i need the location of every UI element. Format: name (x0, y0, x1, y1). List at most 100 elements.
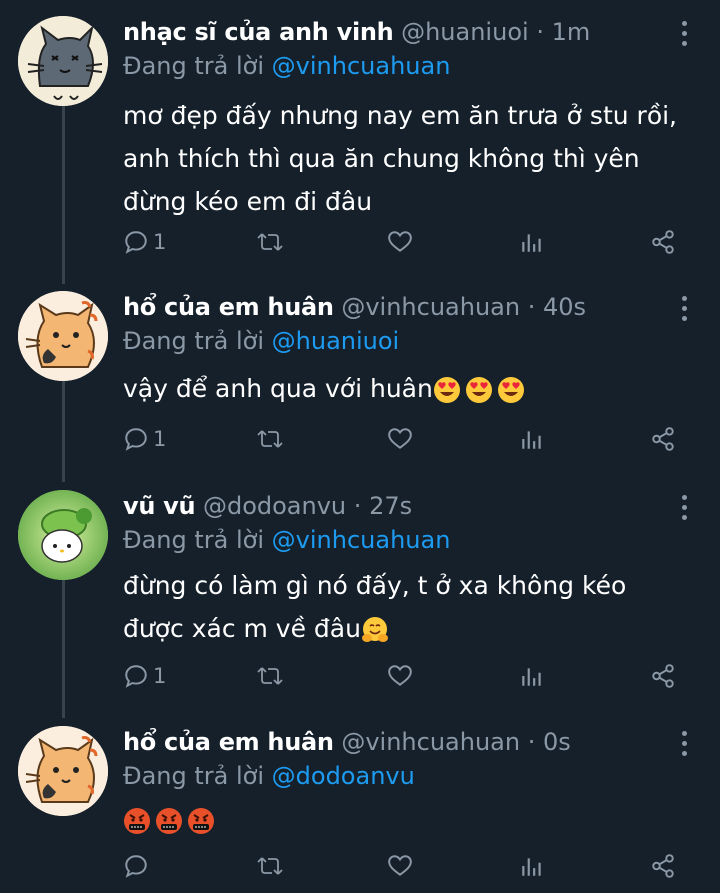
like-button[interactable] (386, 656, 414, 696)
replying-to: Đang trả lời @vinhcuahuan (123, 52, 450, 80)
more-options-icon[interactable] (672, 18, 696, 48)
avatar[interactable] (18, 490, 108, 580)
user-handle[interactable]: @vinhcuahuan (341, 728, 520, 756)
more-options-icon[interactable] (672, 293, 696, 323)
replying-prefix: Đang trả lời (123, 52, 265, 80)
heart-eyes-emoji-icon (497, 377, 524, 403)
cursing-emoji-icon (188, 808, 214, 834)
share-button[interactable] (650, 419, 676, 459)
heart-icon (388, 665, 412, 686)
gray-cat-icon (18, 16, 108, 106)
user-handle[interactable]: @vinhcuahuan (341, 293, 520, 321)
like-button[interactable] (386, 419, 414, 459)
share-icon (652, 427, 674, 451)
user-handle[interactable]: @huaniuoi (401, 18, 529, 46)
reply-button[interactable]: 1 (123, 419, 166, 459)
reply-mention-link[interactable]: @vinhcuahuan (272, 526, 451, 554)
hugging-emoji-icon (361, 617, 388, 642)
analytics-button[interactable] (519, 846, 545, 886)
avatar[interactable] (18, 291, 108, 381)
tweet[interactable]: vũ vũ @dodoanvu · 27s Đang trả lời @vinh… (0, 490, 720, 700)
share-icon (652, 854, 674, 878)
share-button[interactable] (650, 656, 676, 696)
heart-icon (388, 428, 412, 449)
orange-cat-icon (18, 726, 108, 816)
display-name[interactable]: nhạc sĩ của anh vinh (123, 18, 394, 46)
retweet-icon (257, 857, 283, 875)
reply-mention-link[interactable]: @huaniuoi (272, 327, 400, 355)
heart-icon (388, 855, 412, 876)
tweet-actions: 1 (0, 222, 720, 262)
retweet-button[interactable] (256, 846, 284, 886)
retweet-button[interactable] (256, 419, 284, 459)
reply-count: 1 (153, 427, 167, 451)
reply-mention-link[interactable]: @dodoanvu (272, 762, 415, 790)
share-icon (652, 230, 674, 254)
heart-icon (388, 231, 412, 252)
reply-count: 1 (153, 230, 167, 254)
analytics-button[interactable] (519, 222, 545, 262)
tweet-actions: 1 (0, 656, 720, 696)
display-name[interactable]: hổ của em huân (123, 728, 334, 756)
timestamp[interactable]: 0s (543, 728, 571, 756)
separator: · (536, 18, 544, 46)
replying-prefix: Đang trả lời (123, 526, 265, 554)
tweet-text-content: vậy để anh qua với huân (123, 374, 433, 403)
reply-icon (125, 855, 147, 878)
green-kitty-icon (18, 490, 108, 580)
emoji-row (361, 616, 389, 644)
replying-to: Đang trả lời @dodoanvu (123, 762, 415, 790)
tweet-text: mơ đẹp đấy nhưng nay em ăn trưa ở stu rồ… (123, 94, 703, 223)
display-name[interactable]: hổ của em huân (123, 293, 334, 321)
heart-eyes-emoji-icon (433, 377, 460, 403)
retweet-icon (257, 233, 283, 251)
display-name[interactable]: vũ vũ (123, 492, 196, 520)
analytics-icon (522, 431, 541, 449)
tweet-text (123, 798, 703, 841)
tweet-actions: 1 (0, 419, 720, 459)
user-handle[interactable]: @dodoanvu (203, 492, 346, 520)
separator: · (353, 492, 362, 520)
tweet[interactable]: nhạc sĩ của anh vinh @huaniuoi · 1m Đang… (0, 16, 720, 276)
tweet-text: vậy để anh qua với huân (123, 367, 703, 410)
replying-prefix: Đang trả lời (123, 327, 265, 355)
separator: · (527, 293, 536, 321)
analytics-button[interactable] (519, 656, 545, 696)
timestamp[interactable]: 27s (369, 492, 412, 520)
avatar[interactable] (18, 726, 108, 816)
analytics-icon (522, 668, 541, 686)
reply-count: 1 (153, 664, 167, 688)
reply-icon (125, 665, 147, 688)
timestamp[interactable]: 40s (543, 293, 586, 321)
share-button[interactable] (650, 222, 676, 262)
tweet-actions (0, 846, 720, 886)
cursing-emoji-icon (156, 808, 182, 834)
retweet-icon (257, 430, 283, 448)
emoji-row (433, 376, 525, 404)
heart-eyes-emoji-icon (465, 377, 492, 403)
avatar[interactable] (18, 16, 108, 106)
share-button[interactable] (650, 846, 676, 886)
more-options-icon[interactable] (672, 728, 696, 758)
reply-icon (125, 231, 147, 254)
retweet-button[interactable] (256, 222, 284, 262)
retweet-button[interactable] (256, 656, 284, 696)
tweet[interactable]: hổ của em huân @vinhcuahuan · 0s Đang tr… (0, 726, 720, 893)
reply-mention-link[interactable]: @vinhcuahuan (272, 52, 451, 80)
like-button[interactable] (386, 846, 414, 886)
tweet[interactable]: hổ của em huân @vinhcuahuan · 40s Đang t… (0, 291, 720, 471)
analytics-button[interactable] (519, 419, 545, 459)
share-icon (652, 664, 674, 688)
retweet-icon (257, 667, 283, 685)
reply-button[interactable]: 1 (123, 222, 166, 262)
analytics-icon (522, 234, 541, 252)
replying-prefix: Đang trả lời (123, 762, 265, 790)
reply-icon (125, 428, 147, 451)
tweet-text-content: mơ đẹp đấy nhưng nay em ăn trưa ở stu rồ… (123, 101, 678, 216)
replying-to: Đang trả lời @vinhcuahuan (123, 526, 450, 554)
like-button[interactable] (386, 222, 414, 262)
reply-button[interactable]: 1 (123, 656, 166, 696)
timestamp[interactable]: 1m (552, 18, 591, 46)
more-options-icon[interactable] (672, 492, 696, 522)
reply-button[interactable] (123, 846, 149, 886)
